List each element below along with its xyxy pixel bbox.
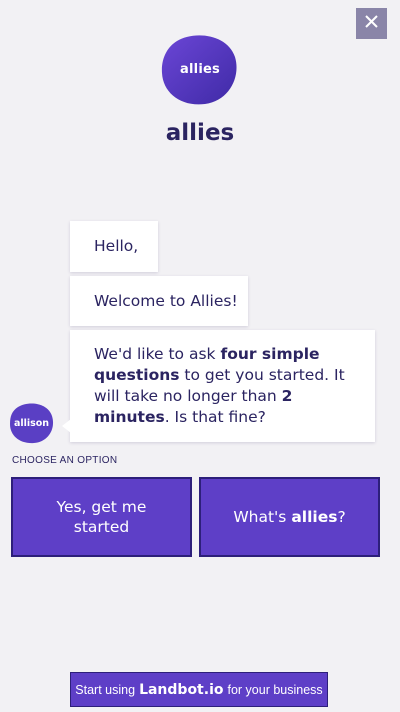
close-icon[interactable]: [365, 14, 378, 33]
avatar: allison: [9, 402, 54, 444]
yes-get-started-label: Yes, get me started: [56, 498, 147, 536]
bubble-tail: [62, 419, 71, 433]
page-title: allies: [165, 120, 235, 146]
yes-get-started-button[interactable]: Yes, get me started: [11, 477, 192, 557]
landbot-cta-prefix: Start using: [75, 682, 136, 697]
landbot-cta-suffix: for your business: [227, 682, 323, 697]
chat-message-text: Welcome to Allies!: [94, 292, 238, 310]
landbot-cta-button[interactable]: Start using Landbot.io for your business: [70, 672, 328, 707]
logo-text: allies: [180, 61, 220, 77]
whats-allies-label: What's allies?: [233, 507, 345, 527]
landbot-logo: Landbot.io: [139, 681, 224, 698]
whats-allies-prefix: What's: [233, 508, 292, 526]
close-button[interactable]: [356, 8, 387, 39]
chat-message: Welcome to Allies!: [70, 276, 248, 326]
whats-allies-bold: allies: [291, 508, 338, 526]
whats-allies-suffix: ?: [337, 508, 346, 526]
chat-message: Hello,: [70, 221, 158, 272]
chat-message-text: We'd like to ask: [94, 345, 221, 363]
allies-logo: allies: [161, 33, 239, 105]
chat-message: We'd like to ask four simple questions t…: [70, 330, 375, 442]
choose-option-label: CHOOSE AN OPTION: [12, 455, 118, 466]
avatar-label: allison: [13, 417, 50, 429]
chat-message-text: . Is that fine?: [164, 408, 266, 426]
chat-message-text: Hello,: [94, 237, 139, 255]
whats-allies-button[interactable]: What's allies?: [199, 477, 380, 557]
